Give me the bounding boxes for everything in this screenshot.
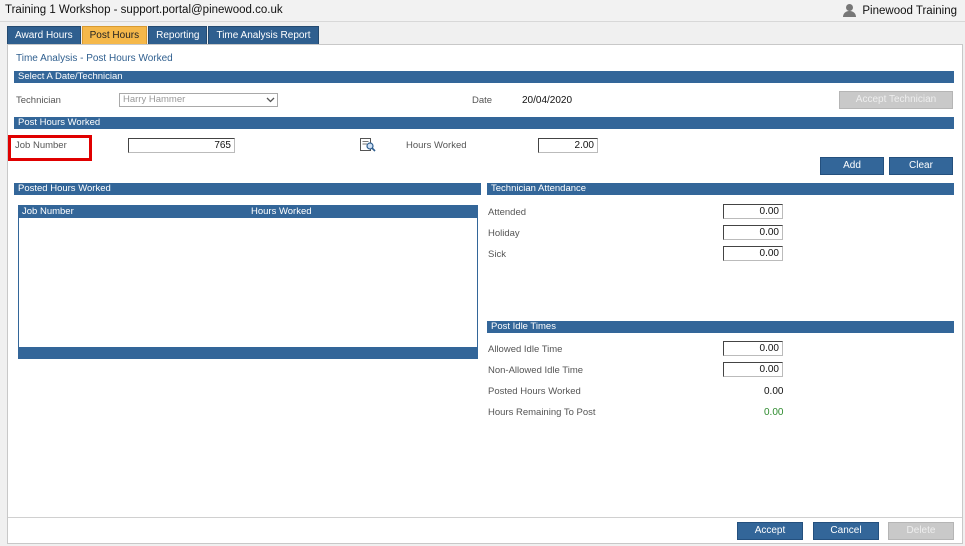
job-number-highlight — [8, 135, 92, 161]
posted-hours-label: Posted Hours Worked — [488, 386, 581, 397]
posted-hours-value: 0.00 — [764, 386, 784, 397]
hours-worked-label: Hours Worked — [406, 140, 467, 151]
hours-remaining-value: 0.00 — [764, 407, 784, 418]
non-allowed-idle-input[interactable]: 0.00 — [723, 362, 783, 377]
attended-input[interactable]: 0.00 — [723, 204, 783, 219]
title-bar: Training 1 Workshop - support.portal@pin… — [0, 0, 965, 22]
attended-label: Attended — [488, 207, 527, 218]
accept-technician-button[interactable]: Accept Technician — [839, 91, 953, 109]
sick-input[interactable]: 0.00 — [723, 246, 783, 261]
allowed-idle-input[interactable]: 0.00 — [723, 341, 783, 356]
date-value: 20/04/2020 — [522, 95, 573, 106]
grid-header: Job Number Hours Worked — [19, 206, 477, 218]
attendance-section-header: Technician Attendance — [487, 183, 954, 195]
hours-worked-input[interactable]: 2.00 — [538, 138, 598, 153]
job-number-input[interactable]: 765 — [128, 138, 235, 153]
footer-divider — [8, 517, 962, 518]
non-allowed-idle-label: Non-Allowed Idle Time — [488, 365, 584, 376]
post-section-header: Post Hours Worked — [14, 117, 954, 129]
column-job-number[interactable]: Job Number — [22, 206, 74, 218]
clear-button[interactable]: Clear — [889, 157, 953, 175]
app-title: Training 1 Workshop - support.portal@pin… — [5, 4, 283, 16]
select-section-header: Select A Date/Technician — [14, 71, 954, 83]
main-panel: Time Analysis - Post Hours Worked Select… — [7, 44, 963, 544]
tab-post-hours[interactable]: Post Hours — [81, 26, 148, 44]
allowed-idle-label: Allowed Idle Time — [488, 344, 563, 355]
technician-select[interactable]: Harry Hammer — [119, 93, 278, 107]
grid-footer — [19, 347, 477, 358]
date-label: Date — [472, 95, 493, 106]
column-hours-worked[interactable]: Hours Worked — [251, 206, 312, 218]
add-button[interactable]: Add — [820, 157, 884, 175]
accept-button[interactable]: Accept — [737, 522, 803, 540]
posted-hours-grid[interactable]: Job Number Hours Worked — [18, 205, 478, 359]
posted-section-header: Posted Hours Worked — [14, 183, 481, 195]
hours-remaining-label: Hours Remaining To Post — [488, 407, 596, 418]
holiday-input[interactable]: 0.00 — [723, 225, 783, 240]
chevron-down-icon — [266, 97, 275, 103]
tab-time-analysis-report[interactable]: Time Analysis Report — [208, 26, 319, 44]
idle-section-header: Post Idle Times — [487, 321, 954, 333]
technician-label: Technician — [16, 95, 61, 106]
tab-reporting[interactable]: Reporting — [148, 26, 208, 44]
user-menu[interactable]: Pinewood Training — [843, 4, 957, 17]
page-title: Time Analysis - Post Hours Worked — [16, 53, 173, 64]
technician-value: Harry Hammer — [123, 94, 186, 105]
user-icon — [843, 4, 857, 17]
cancel-button[interactable]: Cancel — [813, 522, 879, 540]
delete-button[interactable]: Delete — [888, 522, 954, 540]
tab-award-hours[interactable]: Award Hours — [7, 26, 81, 44]
holiday-label: Holiday — [488, 228, 520, 239]
search-document-icon[interactable] — [359, 137, 376, 152]
user-name: Pinewood Training — [862, 4, 957, 17]
tab-bar: Award Hours Post Hours Reporting Time An… — [7, 26, 320, 44]
sick-label: Sick — [488, 249, 506, 260]
